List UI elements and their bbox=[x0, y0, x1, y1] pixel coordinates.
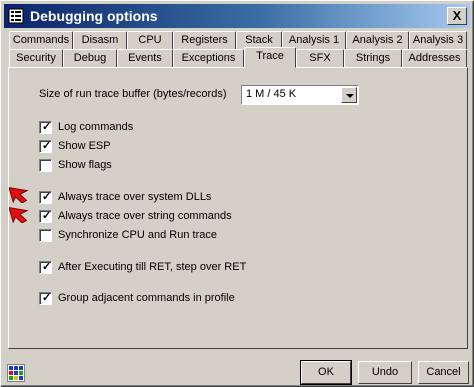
cancel-button[interactable]: Cancel bbox=[418, 361, 469, 384]
check-mark-icon: ✓ bbox=[42, 140, 52, 152]
tab-exceptions[interactable]: Exceptions bbox=[173, 49, 244, 67]
title-bar[interactable]: Debugging options X bbox=[4, 4, 470, 28]
close-button[interactable]: X bbox=[447, 7, 467, 25]
tab-sfx[interactable]: SFX bbox=[296, 49, 344, 67]
tab-strings[interactable]: Strings bbox=[344, 49, 402, 67]
check-mark-icon: ✓ bbox=[42, 261, 52, 273]
check-mark-icon: ✓ bbox=[42, 121, 52, 133]
trace-panel bbox=[8, 67, 468, 349]
tab-debug[interactable]: Debug bbox=[63, 49, 117, 67]
option-label: Show flags bbox=[58, 159, 112, 171]
option-label: Show ESP bbox=[58, 140, 111, 152]
tab-registers[interactable]: Registers bbox=[173, 31, 236, 49]
grid-app-icon bbox=[8, 8, 24, 24]
option-label: Synchronize CPU and Run trace bbox=[58, 229, 217, 241]
tab-row-bottom: Security Debug Events Exceptions Trace S… bbox=[9, 47, 467, 68]
tab-events[interactable]: Events bbox=[117, 49, 173, 67]
buffer-size-label: Size of run trace buffer (bytes/records) bbox=[39, 88, 227, 100]
tab-trace[interactable]: Trace bbox=[244, 47, 296, 68]
checkbox[interactable]: ✓ bbox=[39, 121, 52, 134]
option-label: Always trace over system DLLs bbox=[58, 191, 212, 203]
checkbox[interactable]: ✓ bbox=[39, 292, 52, 305]
check-mark-icon: ✓ bbox=[42, 292, 52, 304]
chevron-down-icon[interactable] bbox=[341, 87, 357, 103]
option-label: After Executing till RET, step over RET bbox=[58, 261, 247, 273]
checkbox[interactable]: ✓ bbox=[39, 140, 52, 153]
checkbox[interactable] bbox=[39, 159, 52, 172]
tab-disasm[interactable]: Disasm bbox=[73, 31, 127, 49]
checkbox[interactable]: ✓ bbox=[39, 191, 52, 204]
tab-addresses[interactable]: Addresses bbox=[402, 49, 467, 67]
option-label: Log commands bbox=[58, 121, 134, 133]
tab-commands[interactable]: Commands bbox=[9, 31, 73, 49]
tab-analysis-2[interactable]: Analysis 2 bbox=[346, 31, 409, 49]
debugging-options-window: Debugging options X Commands Disasm CPU … bbox=[0, 0, 474, 387]
tab-security[interactable]: Security bbox=[9, 49, 63, 67]
checkbox[interactable]: ✓ bbox=[39, 261, 52, 274]
checkbox[interactable]: ✓ bbox=[39, 210, 52, 223]
red-pointer-arrow-icon bbox=[9, 206, 29, 223]
color-grid-icon bbox=[7, 364, 25, 382]
buffer-size-value: 1 M / 45 K bbox=[246, 88, 297, 100]
ok-button[interactable]: OK bbox=[300, 360, 352, 385]
checkbox[interactable] bbox=[39, 229, 52, 242]
tab-row-top: Commands Disasm CPU Registers Stack Anal… bbox=[9, 31, 467, 49]
tab-analysis-3[interactable]: Analysis 3 bbox=[409, 31, 467, 49]
option-label: Group adjacent commands in profile bbox=[58, 292, 235, 304]
window-title: Debugging options bbox=[30, 8, 158, 24]
option-label: Always trace over string commands bbox=[58, 210, 232, 222]
tab-cpu[interactable]: CPU bbox=[127, 31, 173, 49]
undo-button[interactable]: Undo bbox=[358, 361, 412, 384]
buffer-size-select[interactable]: 1 M / 45 K bbox=[241, 85, 359, 105]
check-mark-icon: ✓ bbox=[42, 210, 52, 222]
check-mark-icon: ✓ bbox=[42, 191, 52, 203]
